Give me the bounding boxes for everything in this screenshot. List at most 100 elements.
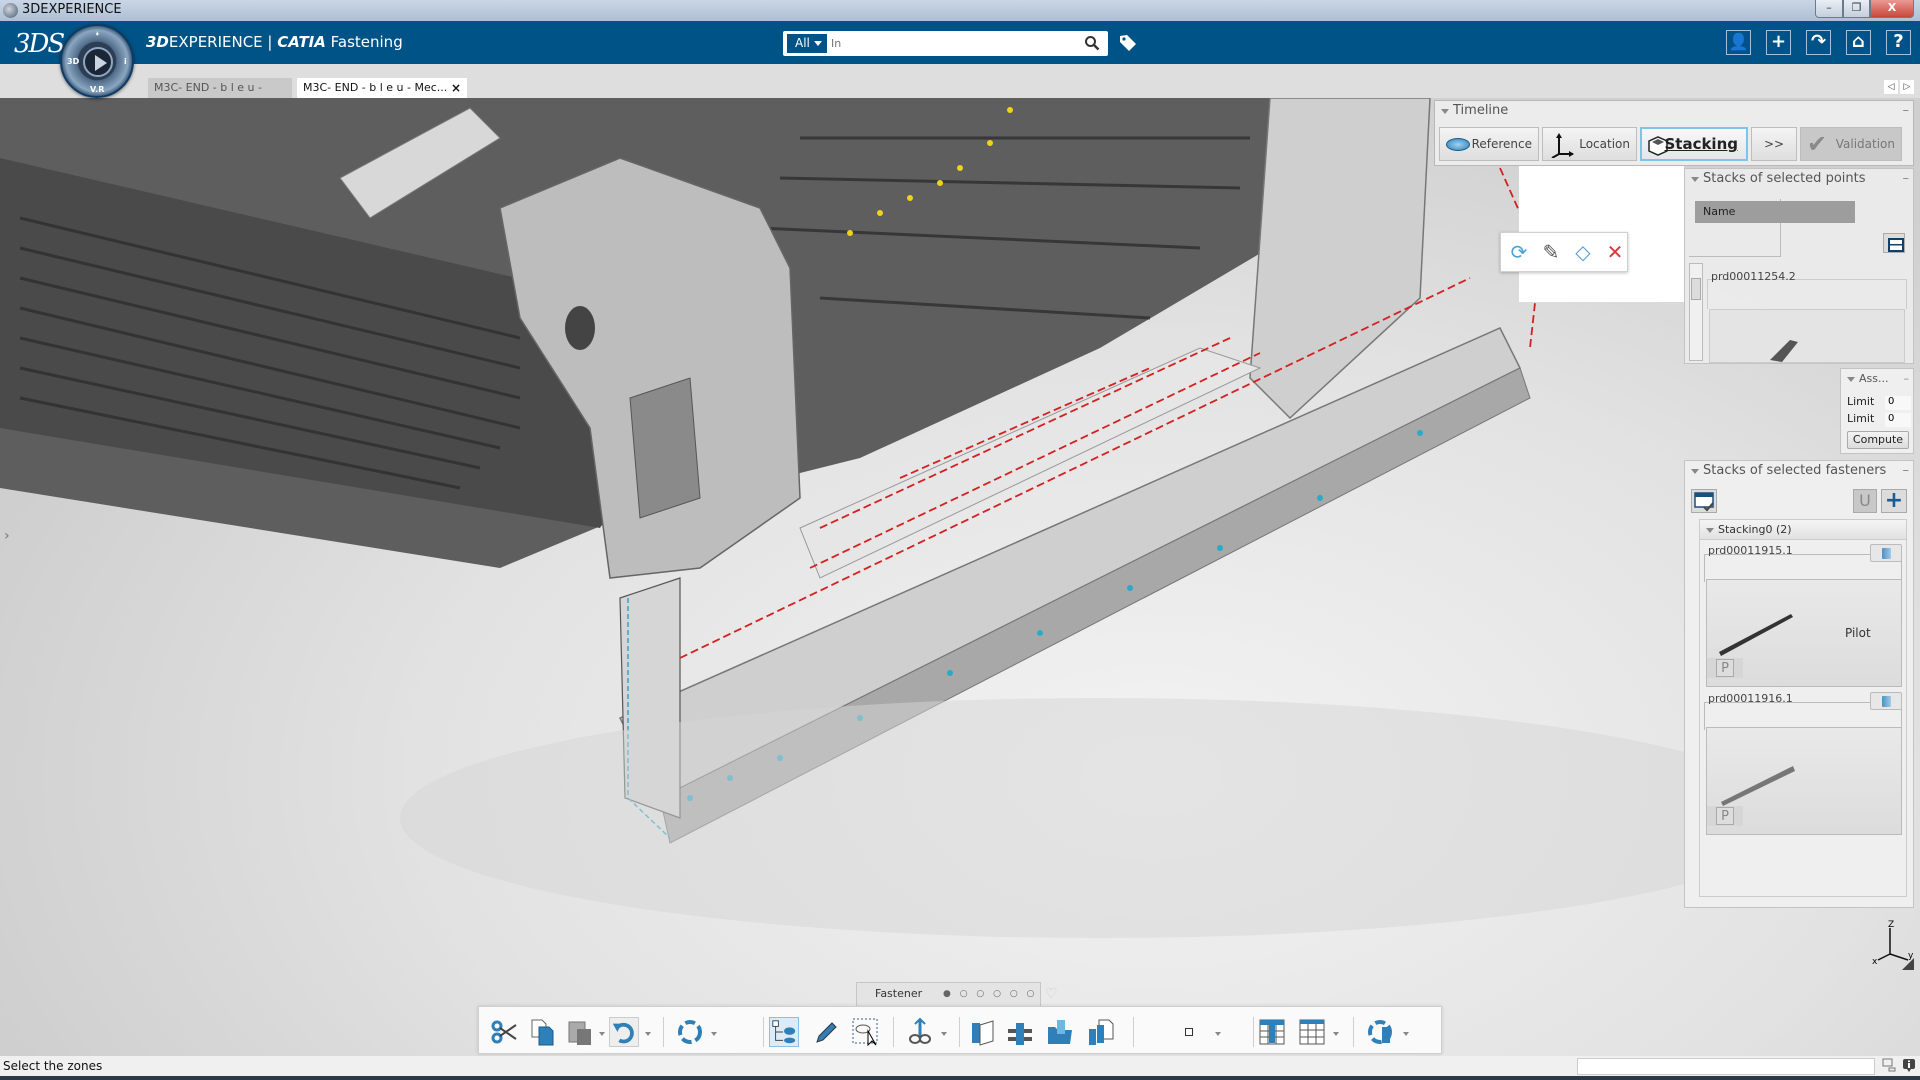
profile-button[interactable]: 👤 [1726,30,1751,55]
fastener-edit-icon[interactable] [1005,1017,1035,1047]
tab-label: M3C- END - b l e u - Mec... [303,81,448,94]
fasteners-panel-header[interactable]: Stacks of selected fasteners – [1685,461,1913,481]
window-controls: – ❐ X [1815,0,1914,18]
move-zone-icon[interactable]: ◇ [1571,240,1595,264]
fastener-kind: Pilot [1845,626,1871,640]
axis-triad-icon[interactable]: Z y x [1870,918,1916,970]
limit-field[interactable]: 0 [1885,413,1911,427]
part-thumbnail-icon [1770,340,1798,362]
fastener-cylinder-icon[interactable] [967,1017,997,1047]
command-input[interactable] [1577,1058,1875,1075]
fastener-update-icon[interactable] [1367,1017,1397,1047]
limit-label: Limit [1847,395,1875,408]
p-badge[interactable]: P [1707,806,1743,826]
paste-icon[interactable] [565,1017,595,1047]
update-dropdown-icon[interactable] [711,1032,717,1036]
brand-bold: 3D [146,33,169,51]
document-tab[interactable]: M3C- END - b l e u - Mec... [148,78,292,114]
timeline-step-next[interactable]: >> [1751,127,1797,161]
help-button[interactable]: ? [1886,30,1911,55]
compute-button[interactable]: Compute [1847,431,1909,449]
ds-logo-icon[interactable]: 3DS [14,29,65,59]
compass-3d-label[interactable]: 3D [67,57,79,66]
status-bar: Select the zones [0,1056,1920,1076]
fastener-id[interactable]: prd00011916.1 [1708,692,1793,705]
timeline-step-reference[interactable]: Reference [1439,127,1539,161]
add-button[interactable]: + [1766,30,1791,55]
close-tab-icon[interactable]: × [451,78,461,98]
search-input[interactable] [831,34,1071,53]
compass-vr-label[interactable]: V.R [90,85,104,94]
tag-icon[interactable] [1118,33,1138,53]
add-stack-button[interactable]: + [1881,489,1907,513]
fastener-preview[interactable]: P [1706,727,1902,835]
delete-fastener-icon[interactable] [1870,544,1902,562]
points-scrollbar[interactable] [1689,263,1703,361]
favorite-icon[interactable]: ♡ [1045,986,1058,1002]
select-zone-icon[interactable] [851,1017,881,1047]
fastener-report-icon[interactable] [1085,1017,1115,1047]
fastener-id[interactable]: prd00011915.1 [1708,544,1793,557]
minimize-panel-button[interactable]: – [1903,101,1910,121]
play-icon[interactable] [83,47,113,77]
cancel-icon[interactable]: ✕ [1603,240,1627,264]
timeline-step-location[interactable]: Location [1542,127,1637,161]
copy-icon[interactable] [527,1017,557,1047]
table-check-icon[interactable] [1691,489,1717,513]
p-badge[interactable]: P [1707,658,1743,678]
workshop-tab[interactable]: Fastener ● ○ ○ ○ ○ ○ ○ [856,982,1041,1021]
stack-group-header[interactable]: Stacking0 (2) [1700,520,1906,540]
undo-dropdown-icon[interactable] [645,1032,651,1036]
fastener-table-icon[interactable] [1257,1017,1287,1047]
scrollbar-thumb[interactable] [1691,278,1701,300]
tree-select-icon[interactable] [769,1017,799,1047]
paste-dropdown-icon[interactable] [599,1032,605,1036]
search-scope-dropdown[interactable]: All [787,34,827,53]
info-icon[interactable] [1902,1058,1916,1072]
maximize-button[interactable]: ❐ [1843,0,1870,18]
table-dropdown-icon[interactable] [1333,1032,1339,1036]
move-icon[interactable] [905,1017,935,1047]
points-panel-header[interactable]: Stacks of selected points – [1685,169,1913,189]
cut-icon[interactable] [489,1017,519,1047]
side-expander-icon[interactable]: › [4,528,10,544]
minimize-panel-button[interactable]: – [1903,461,1910,481]
close-button[interactable]: X [1870,0,1914,18]
tab-next-button[interactable]: ▷ [1900,80,1914,94]
limit-field[interactable]: 0 [1885,396,1911,410]
point-item-id[interactable]: prd00011254.2 [1711,270,1796,283]
magic-pencil-icon[interactable]: ✎ [1539,240,1563,264]
timeline-step-stacking[interactable]: Stacking [1640,127,1748,161]
edit-pencil-icon[interactable] [811,1017,841,1047]
window-layout-icon[interactable] [1882,1058,1896,1072]
fastener-import-icon[interactable] [1045,1017,1075,1047]
timeline-header[interactable]: Timeline – [1435,101,1913,121]
document-tab-active[interactable]: M3C- END - b l e u - Mec... × [297,78,467,98]
point-style-dropdown-icon[interactable] [1215,1032,1221,1036]
tab-prev-button[interactable]: ◁ [1884,80,1898,94]
union-button[interactable]: U [1853,489,1877,513]
minimize-panel-button[interactable]: – [1904,369,1910,389]
compass-info-label[interactable]: i [124,57,127,66]
list-view-icon[interactable] [1883,233,1905,253]
search-box: All [783,31,1108,56]
point-item-preview[interactable] [1709,309,1905,363]
delete-fastener-icon[interactable] [1870,692,1902,710]
update-icon[interactable] [675,1017,705,1047]
table-icon[interactable] [1297,1017,1327,1047]
share-button[interactable]: ↷ [1806,30,1831,55]
rotate-icon[interactable]: ⟳ [1507,240,1531,264]
assembly-panel-header[interactable]: Ass... – [1841,369,1913,389]
name-column-header[interactable]: Name [1695,201,1855,223]
fastener-update-dropdown-icon[interactable] [1403,1032,1409,1036]
home-button[interactable]: ⌂ [1846,30,1871,55]
minimize-button[interactable]: – [1815,0,1843,18]
undo-icon[interactable] [609,1017,639,1047]
fastener-preview[interactable]: Pilot P [1706,579,1902,687]
search-icon[interactable] [1084,35,1100,51]
compass-widget[interactable]: ⍖ 3D i V.R [60,24,134,98]
move-dropdown-icon[interactable] [941,1032,947,1036]
point-style-icon[interactable] [1185,1028,1193,1036]
step-label: >> [1763,137,1785,151]
minimize-panel-button[interactable]: – [1903,169,1910,189]
